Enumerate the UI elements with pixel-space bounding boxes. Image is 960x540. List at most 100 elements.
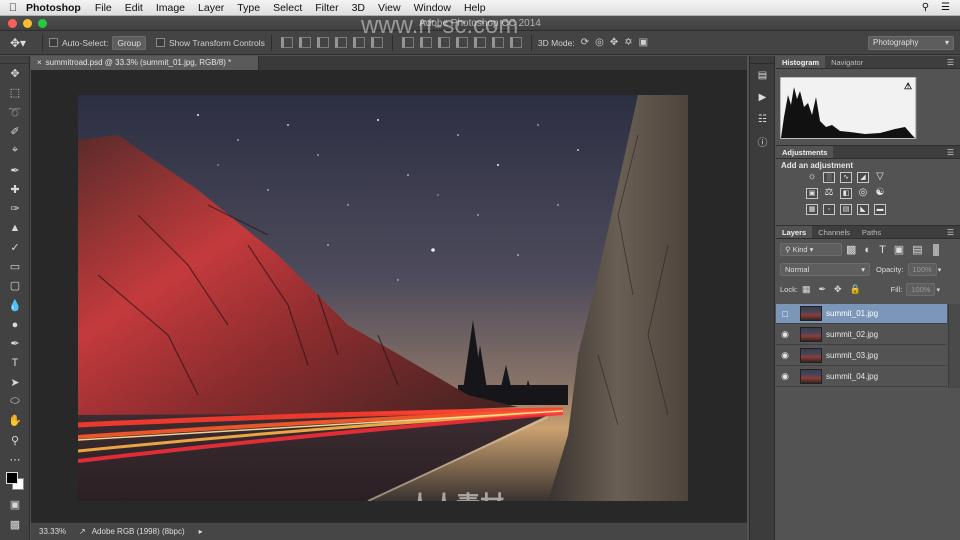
photo-filter-icon[interactable]: ◎ xyxy=(857,188,869,199)
layer-row[interactable]: ◉ summit_03.jpg xyxy=(776,346,947,366)
clone-stamp-tool-icon[interactable]: ▲ xyxy=(0,218,30,237)
distribute-right-icon[interactable] xyxy=(491,37,504,48)
history-panel-icon[interactable]: ▤ xyxy=(750,64,775,86)
opacity-input[interactable]: 100% xyxy=(907,263,937,276)
filter-toggle[interactable] xyxy=(932,243,939,256)
lock-position-icon[interactable]: ✥ xyxy=(834,284,842,295)
lasso-tool-icon[interactable]: ➰ xyxy=(0,103,30,122)
document-tab[interactable]: × summitroad.psd @ 33.3% (summit_01.jpg, … xyxy=(31,56,259,70)
notification-list-icon[interactable]: ☰ xyxy=(941,2,950,13)
gradient-tool-icon[interactable]: ▢ xyxy=(0,276,30,295)
color-lookup-icon[interactable]: ▦ xyxy=(806,204,818,215)
color-balance-icon[interactable]: ⚖ xyxy=(823,188,835,199)
tab-paths[interactable]: Paths xyxy=(856,226,887,238)
filter-pixel-icon[interactable]: ▩ xyxy=(846,243,856,256)
eraser-tool-icon[interactable]: ▭ xyxy=(0,257,30,276)
spotlight-search-icon[interactable]: ⚲ xyxy=(922,2,929,13)
blend-mode-dropdown[interactable]: Normal ▾ xyxy=(780,263,870,276)
export-icon[interactable]: ↗ xyxy=(79,527,86,536)
canvas-viewport[interactable]: 人人素材 www.rr-sc.com xyxy=(31,12,747,522)
auto-align-icon[interactable] xyxy=(509,37,522,48)
invert-icon[interactable]: ◦ xyxy=(823,204,835,215)
filter-smart-object-icon[interactable]: ▤ xyxy=(912,243,922,256)
auto-select-dropdown[interactable]: Group xyxy=(112,35,146,50)
brightness-contrast-icon[interactable]: ☼ xyxy=(806,172,818,183)
zoom-level[interactable]: 33.33% xyxy=(39,527,73,536)
layer-visibility-toggle[interactable]: □ xyxy=(776,309,794,319)
gradient-map-icon[interactable]: ▬ xyxy=(874,204,886,215)
tab-close-icon[interactable]: × xyxy=(37,58,42,67)
status-menu-arrow-icon[interactable]: ▸ xyxy=(199,527,203,536)
zoom-tool-icon[interactable]: ⚲ xyxy=(0,431,30,450)
layer-name[interactable]: summit_04.jpg xyxy=(826,372,878,381)
curves-icon[interactable]: ∿ xyxy=(840,172,852,183)
fill-input[interactable]: 100% xyxy=(906,283,936,296)
show-transform-checkbox[interactable] xyxy=(155,38,165,47)
tab-layers[interactable]: Layers xyxy=(776,226,813,238)
menu-image[interactable]: Image xyxy=(156,2,185,14)
quick-mask-icon[interactable]: ▣ xyxy=(0,495,30,514)
menu-help[interactable]: Help xyxy=(464,2,486,14)
screen-mode-icon[interactable]: ▩ xyxy=(0,515,30,534)
opacity-arrow-icon[interactable]: ▾ xyxy=(938,266,942,274)
quick-selection-tool-icon[interactable]: ✐ xyxy=(0,122,30,141)
3d-drag-icon[interactable]: ✥ xyxy=(610,37,618,48)
menu-view[interactable]: View xyxy=(378,2,401,14)
3d-slide-icon[interactable]: ✡ xyxy=(624,37,632,48)
align-vcenter-icon[interactable] xyxy=(298,37,311,48)
auto-select-checkbox[interactable] xyxy=(49,38,58,47)
vibrance-icon[interactable]: ▽ xyxy=(874,172,886,183)
hand-tool-icon[interactable]: ✋ xyxy=(0,411,30,430)
tab-adjustments[interactable]: Adjustments xyxy=(776,146,834,158)
healing-brush-tool-icon[interactable]: ✚ xyxy=(0,180,30,199)
align-top-icon[interactable] xyxy=(280,37,293,48)
filter-type-icon[interactable]: T xyxy=(879,244,886,256)
cache-warning-icon[interactable]: ⚠ xyxy=(904,81,912,92)
tab-histogram[interactable]: Histogram xyxy=(776,56,826,68)
eyedropper-tool-icon[interactable]: ✒ xyxy=(0,160,30,179)
3d-rotate-icon[interactable]: ⟳ xyxy=(581,37,589,48)
distribute-hcenter-icon[interactable] xyxy=(473,37,486,48)
filter-shape-icon[interactable]: ▣ xyxy=(894,243,904,256)
black-white-icon[interactable]: ◧ xyxy=(840,188,852,199)
apple-icon[interactable]:  xyxy=(0,2,26,14)
threshold-icon[interactable]: ◣ xyxy=(857,204,869,215)
align-hcenter-icon[interactable] xyxy=(352,37,365,48)
filter-kind-dropdown[interactable]: ⚲ Kind ▾ xyxy=(780,243,842,256)
toolbar-grip[interactable] xyxy=(0,56,29,64)
distribute-bottom-icon[interactable] xyxy=(437,37,450,48)
more-tools-icon[interactable]: ⋯ xyxy=(0,450,30,469)
menu-select[interactable]: Select xyxy=(273,2,302,14)
menu-edit[interactable]: Edit xyxy=(125,2,143,14)
type-tool-icon[interactable]: T xyxy=(0,353,30,372)
menu-3d[interactable]: 3D xyxy=(352,2,365,14)
3d-scale-icon[interactable]: ▣ xyxy=(639,37,648,48)
info-panel-icon[interactable]: ⓘ xyxy=(750,130,775,152)
levels-icon[interactable]: ░ xyxy=(823,172,835,183)
app-menu[interactable]: Photoshop xyxy=(26,2,81,14)
eye-icon[interactable]: ◉ xyxy=(776,329,794,340)
panel-menu-icon[interactable]: ☰ xyxy=(947,58,954,67)
align-left-icon[interactable] xyxy=(334,37,347,48)
distribute-left-icon[interactable] xyxy=(455,37,468,48)
marquee-tool-icon[interactable]: ⬚ xyxy=(0,83,30,102)
move-tool-preset-icon[interactable]: ✥▾ xyxy=(0,36,36,50)
document-image[interactable]: 人人素材 xyxy=(78,95,688,501)
posterize-icon[interactable]: ▤ xyxy=(840,204,852,215)
menu-window[interactable]: Window xyxy=(414,2,451,14)
icon-column-grip[interactable] xyxy=(750,56,774,64)
blur-tool-icon[interactable]: 💧 xyxy=(0,296,30,315)
exposure-icon[interactable]: ◢ xyxy=(857,172,869,183)
eye-icon[interactable]: ◉ xyxy=(776,350,794,361)
menu-type[interactable]: Type xyxy=(237,2,260,14)
fill-arrow-icon[interactable]: ▾ xyxy=(936,286,940,294)
layer-name[interactable]: summit_01.jpg xyxy=(826,309,878,318)
layer-row[interactable]: □ summit_01.jpg xyxy=(776,304,947,324)
align-right-icon[interactable] xyxy=(370,37,383,48)
layer-name[interactable]: summit_02.jpg xyxy=(826,330,878,339)
panel-menu-icon[interactable]: ☰ xyxy=(947,228,954,237)
layer-row[interactable]: ◉ summit_04.jpg xyxy=(776,367,947,387)
tab-navigator[interactable]: Navigator xyxy=(825,56,869,68)
distribute-vcenter-icon[interactable] xyxy=(419,37,432,48)
layers-scrollbar[interactable] xyxy=(948,304,960,388)
